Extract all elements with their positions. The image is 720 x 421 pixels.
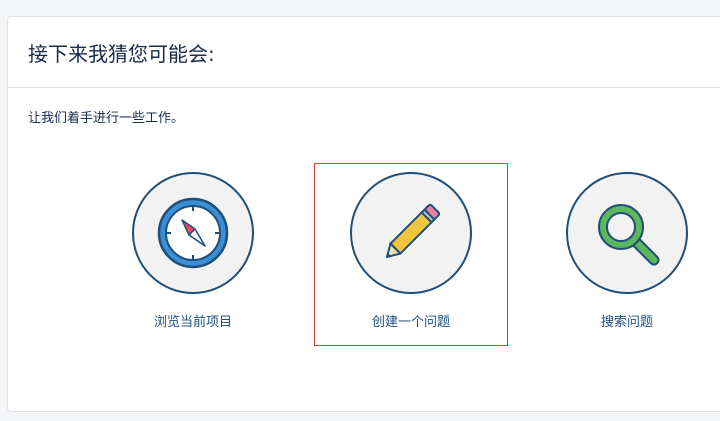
- browse-projects-option[interactable]: 浏览当前项目: [96, 163, 290, 346]
- create-issue-label[interactable]: 创建一个问题: [315, 314, 507, 332]
- intro-text: 让我们着手进行一些工作。: [28, 111, 185, 126]
- browse-projects-circle: [132, 172, 254, 294]
- search-issues-circle: [566, 172, 688, 294]
- compass-icon: [157, 197, 229, 269]
- create-issue-option[interactable]: 创建一个问题: [314, 163, 508, 346]
- search-issues-option[interactable]: 搜索问题: [530, 163, 720, 346]
- magnifier-icon: [598, 204, 660, 266]
- search-issues-label[interactable]: 搜索问题: [530, 314, 720, 332]
- page-title: 接下来我猜您可能会:: [28, 42, 215, 66]
- browse-projects-label[interactable]: 浏览当前项目: [96, 314, 290, 332]
- pencil-icon: [385, 203, 441, 259]
- create-issue-circle: [350, 172, 472, 294]
- welcome-panel: 接下来我猜您可能会: 让我们着手进行一些工作。 浏览当前项目 创建一个问题 搜索…: [7, 16, 720, 412]
- divider: [8, 87, 720, 88]
